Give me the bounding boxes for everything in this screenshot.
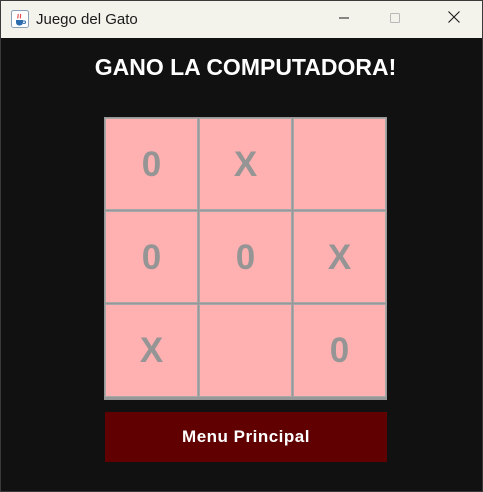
game-status-label: GANO LA COMPUTADORA! [94,54,397,80]
board-cell-2-0[interactable]: X [105,304,198,397]
close-button[interactable] [431,1,477,38]
minimize-icon [338,11,350,29]
main-menu-button[interactable]: Menu Principal [105,412,387,462]
board-cell-0-2[interactable] [293,118,386,210]
tic-tac-toe-board: 0 X 0 0 X X 0 [104,117,387,400]
close-icon [447,10,461,29]
board-cell-1-1[interactable]: 0 [199,211,292,303]
app-window: Juego del Gato GANO LA COMPUTADORA! 0 X … [0,0,483,492]
window-title: Juego del Gato [36,11,138,28]
java-cup-icon [11,10,29,28]
board-cell-1-2[interactable]: X [293,211,386,303]
maximize-button[interactable] [372,1,418,38]
board-cell-0-0[interactable]: 0 [105,118,198,210]
board-cell-2-2[interactable]: 0 [293,304,386,397]
board-cell-1-0[interactable]: 0 [105,211,198,303]
board-cell-0-1[interactable]: X [199,118,292,210]
minimize-button[interactable] [321,1,367,38]
board-cell-2-1[interactable] [199,304,292,397]
maximize-icon [389,11,401,29]
game-panel: GANO LA COMPUTADORA! 0 X 0 0 X X 0 Menu … [1,38,482,491]
title-bar[interactable]: Juego del Gato [1,1,482,38]
